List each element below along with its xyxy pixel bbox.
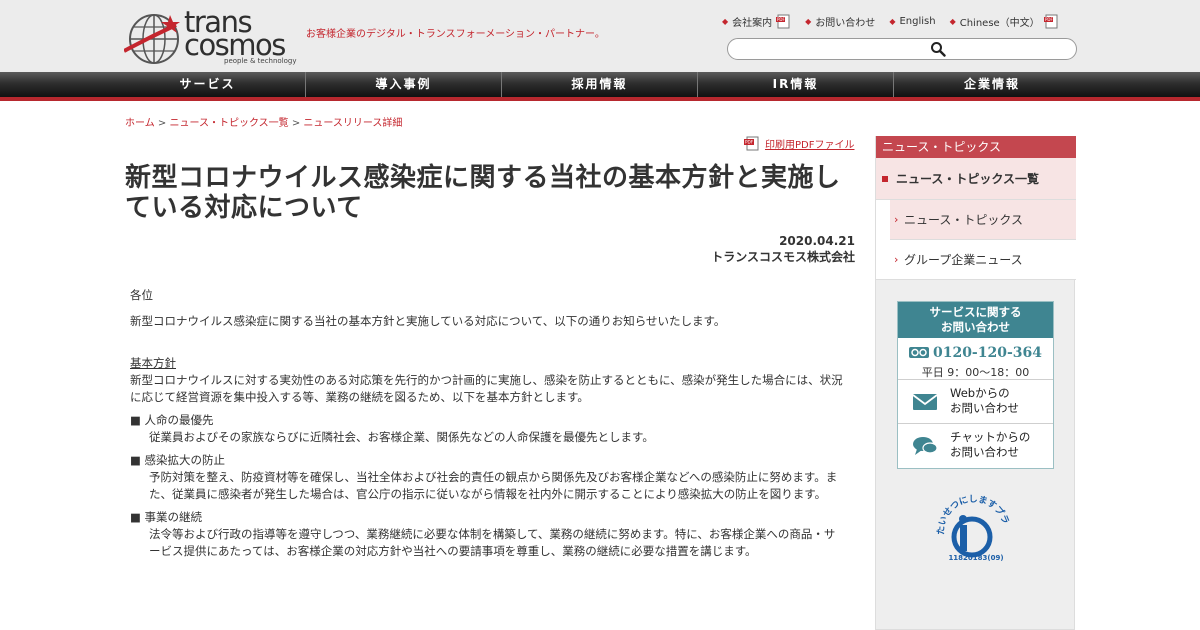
bullet-icon: ◆ bbox=[949, 17, 956, 26]
tagline: お客様企業のデジタル・トランスフォーメーション・パートナー。 bbox=[306, 29, 605, 40]
chat-icon bbox=[913, 437, 938, 455]
phone-number: 0120-120-364 bbox=[908, 344, 1043, 361]
article-date: 2020.04.21 bbox=[779, 234, 855, 248]
gnav-item-services[interactable]: サービス bbox=[110, 72, 306, 97]
breadcrumb-news-list[interactable]: ニュース・トピックス一覧 bbox=[169, 118, 288, 129]
print-pdf-label: 印刷用PDFファイル bbox=[765, 140, 855, 151]
chevron-right-icon: › bbox=[894, 213, 899, 226]
sidebar-item-news-topics[interactable]: › ニュース・トピックス bbox=[890, 200, 1076, 240]
policy-item: ■ 感染拡大の防止 予防対策を整え、防疫資材等を確保し、当社全体および社会的責任… bbox=[130, 452, 845, 503]
sidebar-item-group-news[interactable]: › グループ企業ニュース bbox=[876, 240, 1076, 280]
global-nav: サービス 導入事例 採用情報 IR情報 企業情報 bbox=[0, 72, 1200, 97]
web-contact-line: Webからの bbox=[950, 386, 1010, 400]
web-contact-label: Webからの お問い合わせ bbox=[950, 386, 1019, 416]
site-header: trans cosmos people & technology お客様企業のデ… bbox=[0, 0, 1200, 72]
policy-paragraph: 新型コロナウイルスに対する実効性のある対応策を先行的かつ計画的に実施し、感染を防… bbox=[130, 373, 843, 404]
mail-icon bbox=[912, 394, 938, 410]
utility-nav: ◆ 会社案内 PDF ◆ お問い合わせ ◆ English ◆ Chinese（… bbox=[722, 14, 1059, 29]
chat-contact-link[interactable]: チャットからの お問い合わせ bbox=[898, 424, 1053, 468]
salutation: 各位 bbox=[130, 288, 153, 302]
util-link-label: 会社案内 bbox=[732, 18, 773, 29]
util-link-company[interactable]: ◆ 会社案内 PDF bbox=[722, 14, 791, 29]
search-input[interactable] bbox=[728, 41, 1048, 61]
print-pdf-link[interactable]: PDF 印刷用PDFファイル bbox=[744, 136, 854, 151]
gnav-item-company[interactable]: 企業情報 bbox=[894, 72, 1090, 97]
util-link-chinese[interactable]: ◆ Chinese（中文） PDF bbox=[950, 14, 1059, 29]
sidebar-nav: ニュース・トピックス一覧 › ニュース・トピックス › グループ企業ニュース bbox=[876, 158, 1076, 280]
freedial-icon bbox=[908, 347, 929, 358]
util-link-label: English bbox=[899, 16, 936, 27]
sidebar-item-label: グループ企業ニュース bbox=[904, 253, 1023, 267]
sidebar-item-label: ニュース・トピックス bbox=[904, 213, 1024, 227]
policy-item-title: ■ 感染拡大の防止 bbox=[130, 453, 226, 467]
logo-subtext: people & technology bbox=[224, 57, 297, 65]
chat-contact-line: お問い合わせ bbox=[950, 445, 1019, 459]
policy-heading: 基本方針 bbox=[130, 356, 176, 370]
pdf-icon: PDF bbox=[744, 136, 759, 151]
breadcrumb-separator: > bbox=[288, 118, 304, 129]
web-contact-line: お問い合わせ bbox=[950, 401, 1019, 415]
contact-box: サービスに関する お問い合わせ 0120-120-364 平日 9：00～18：… bbox=[897, 301, 1054, 469]
policy-item: ■ 事業の継続 法令等および行政の指導等を遵守しつつ、業務継続に必要な体制を構築… bbox=[130, 509, 845, 560]
square-bullet-icon bbox=[882, 176, 888, 182]
bullet-icon: ◆ bbox=[722, 17, 729, 26]
gnav-item-recruit[interactable]: 採用情報 bbox=[502, 72, 698, 97]
chevron-right-icon: › bbox=[894, 253, 899, 266]
nav-accent-bar bbox=[0, 97, 1200, 101]
policy-item-text: 法令等および行政の指導等を遵守しつつ、業務継続に必要な体制を構築して、業務の継続… bbox=[149, 527, 836, 558]
privacy-mark-text: たいせつにしますプライバシー bbox=[936, 489, 1011, 535]
intro-paragraph: 新型コロナウイルス感染症に関する当社の基本方針と実施している対応について、以下の… bbox=[130, 314, 726, 328]
policy-item-title: ■ 人命の最優先 bbox=[130, 413, 214, 427]
util-link-english[interactable]: ◆ English bbox=[889, 16, 935, 27]
chat-contact-label: チャットからの お問い合わせ bbox=[950, 430, 1030, 460]
sidebar-item-label: ニュース・トピックス一覧 bbox=[896, 172, 1040, 186]
breadcrumb-home[interactable]: ホーム bbox=[125, 118, 155, 129]
policy-item: ■ 人命の最優先 従業員およびその家族ならびに近隣社会、お客様企業、関係先などの… bbox=[130, 412, 845, 446]
contact-heading-line: サービスに関する bbox=[929, 305, 1022, 319]
article-body: 各位 新型コロナウイルス感染症に関する当社の基本方針と実施している対応について、… bbox=[130, 287, 845, 560]
breadcrumb: ホーム > ニュース・トピックス一覧 > ニュースリリース詳細 bbox=[125, 114, 402, 129]
gnav-item-ir[interactable]: IR情報 bbox=[698, 72, 894, 97]
breadcrumb-separator: > bbox=[154, 118, 170, 129]
gnav-item-case-studies[interactable]: 導入事例 bbox=[306, 72, 502, 97]
sidebar: ニュース・トピックス ニュース・トピックス一覧 › ニュース・トピックス › グ… bbox=[875, 136, 1076, 630]
privacy-mark-number: 11820183(09) bbox=[948, 554, 1004, 562]
policy-item-text: 予防対策を整え、防疫資材等を確保し、当社全体および社会的責任の観点から関係先及び… bbox=[149, 470, 838, 501]
web-contact-link[interactable]: Webからの お問い合わせ bbox=[898, 380, 1053, 424]
logo-text-cosmos: cosmos bbox=[184, 28, 286, 62]
policy-item-title: ■ 事業の継続 bbox=[130, 510, 203, 524]
util-link-contact[interactable]: ◆ お問い合わせ bbox=[805, 14, 875, 29]
contact-heading-line: お問い合わせ bbox=[941, 320, 1010, 334]
sidebar-item-news-list[interactable]: ニュース・トピックス一覧 bbox=[876, 158, 1076, 200]
svg-text:PDF: PDF bbox=[777, 17, 785, 22]
site-search bbox=[727, 38, 1077, 61]
util-link-label: お問い合わせ bbox=[815, 18, 876, 29]
bullet-icon: ◆ bbox=[889, 17, 896, 26]
svg-text:PDF: PDF bbox=[1045, 17, 1053, 22]
article-meta: 2020.04.21 トランスコスモス株式会社 bbox=[711, 233, 855, 265]
chat-contact-line: チャットからの bbox=[950, 430, 1031, 444]
transcosmos-logo[interactable]: trans cosmos people & technology bbox=[124, 8, 297, 65]
phone-contact[interactable]: 0120-120-364 平日 9：00～18：00 bbox=[898, 338, 1053, 380]
search-icon[interactable] bbox=[930, 41, 946, 57]
policy-item-text: 従業員およびその家族ならびに近隣社会、お客様企業、関係先などの人命保護を最優先と… bbox=[149, 430, 654, 444]
pdf-icon: PDF bbox=[1043, 14, 1058, 29]
svg-text:PDF: PDF bbox=[745, 140, 754, 145]
article-title: 新型コロナウイルス感染症に関する当社の基本方針と実施している対応について bbox=[125, 163, 841, 223]
pdf-icon: PDF bbox=[776, 14, 790, 29]
business-hours: 平日 9：00～18：00 bbox=[921, 366, 1030, 379]
article-company: トランスコスモス株式会社 bbox=[711, 250, 855, 264]
breadcrumb-current[interactable]: ニュースリリース詳細 bbox=[303, 118, 402, 129]
util-link-label: Chinese（中文） bbox=[959, 18, 1040, 29]
svg-text:たいせつにしますプライバシー: たいせつにしますプライバシー bbox=[936, 489, 1011, 535]
sidebar-header: ニュース・トピックス bbox=[876, 136, 1076, 158]
bullet-icon: ◆ bbox=[805, 17, 812, 26]
globe-logo-icon bbox=[124, 14, 180, 64]
contact-heading: サービスに関する お問い合わせ bbox=[898, 302, 1053, 338]
phone-number-text: 0120-120-364 bbox=[932, 344, 1043, 361]
